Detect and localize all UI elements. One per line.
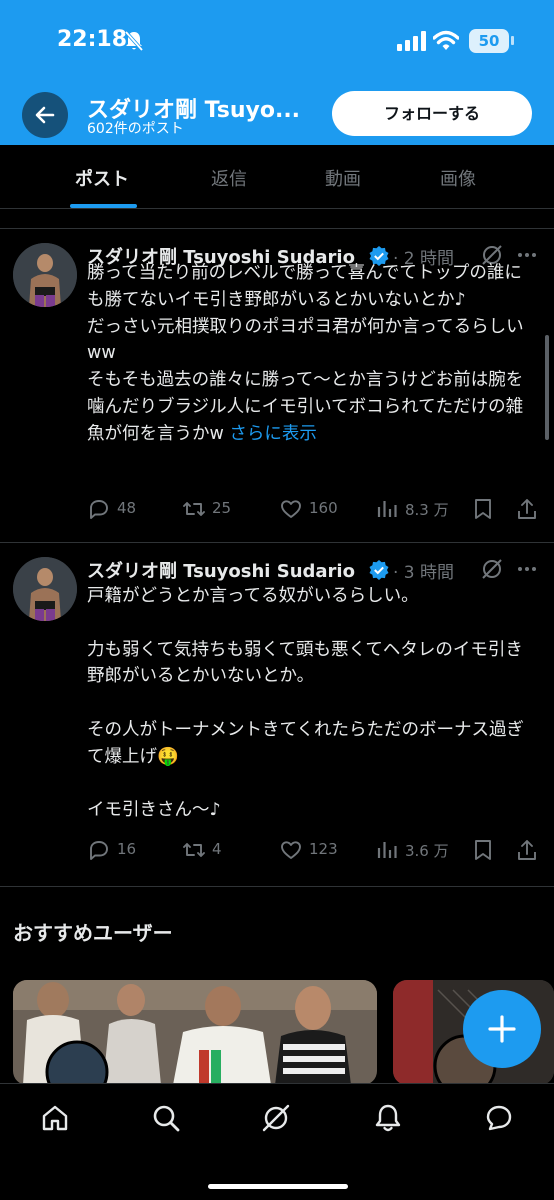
tab-images[interactable]: 画像 [440,165,476,191]
home-indicator [208,1184,348,1189]
profile-tabs: ポスト 返信 動画 画像 [0,145,554,209]
like-button[interactable]: 123 [279,836,359,864]
tweet[interactable]: スダリオ剛 Tsuyoshi Sudario · 2 時間 勝って当たり前のレベ… [0,229,554,542]
battery-nub [511,36,514,45]
reply-icon [90,500,108,519]
scrollbar[interactable] [545,335,549,440]
reply-button[interactable]: 48 [87,495,157,523]
views-icon [377,842,397,858]
grok-icon[interactable] [261,1103,291,1133]
battery-indicator: 50 [469,29,509,53]
view-count: 3.6 万 [405,842,449,860]
view-count: 8.3 万 [405,501,449,519]
repost-button[interactable]: 4 [182,836,252,864]
like-icon [281,500,301,518]
post-count: 602件のポスト [87,121,184,137]
user-banner-image [13,980,377,1085]
repost-icon [183,843,205,857]
reply-icon [90,841,108,860]
avatar[interactable] [13,557,77,621]
like-icon [281,841,301,859]
avatar[interactable] [13,243,77,307]
show-more-link[interactable]: さらに表示 [229,424,317,444]
search-icon[interactable] [151,1103,181,1133]
notifications-icon[interactable] [373,1103,403,1133]
home-icon[interactable] [40,1103,70,1133]
like-count: 123 [309,840,338,858]
tweet-text: 戸籍がどうとか言ってる奴がいるらしい。 力も弱くて気持ちも弱くて頭も悪くてヘタレ… [87,583,537,824]
back-button[interactable] [22,92,68,138]
profile-header: 22:18 50 スダリオ剛 Tsuyo... 602件のポスト フォローする [0,0,554,145]
compose-post-button[interactable] [463,990,541,1068]
repost-button[interactable]: 25 [182,495,252,523]
like-count: 160 [309,499,338,517]
status-time: 22:18 [57,27,128,52]
tweet-body-text: 戸籍がどうとか言ってる奴がいるらしい。 力も弱くて気持ちも弱くて頭も悪くてヘタレ… [87,586,524,821]
divider [0,886,554,887]
share-icon[interactable] [516,838,538,862]
views-button[interactable]: 3.6 万 [375,836,465,864]
reply-button[interactable]: 16 [87,836,157,864]
verified-badge-icon [369,560,389,580]
status-bar: 22:18 50 [0,0,554,80]
cellular-signal-icon [397,31,426,51]
views-button[interactable]: 8.3 万 [375,495,465,523]
tab-posts[interactable]: ポスト [75,165,129,191]
tab-replies[interactable]: 返信 [211,165,247,191]
repost-icon [183,502,205,516]
bell-off-icon [124,30,144,52]
views-icon [377,501,397,517]
tweet-timestamp: · 3 時間 [393,563,455,583]
repost-count: 4 [212,840,222,858]
bookmark-icon[interactable] [472,497,494,521]
active-tab-indicator [70,204,137,208]
bottom-navigation [0,1083,554,1200]
tweet[interactable]: スダリオ剛 Tsuyoshi Sudario · 3 時間 戸籍がどうとか言って… [0,543,554,886]
like-button[interactable]: 160 [279,495,359,523]
more-icon[interactable] [516,558,538,580]
reply-count: 16 [117,840,137,858]
reply-count: 48 [117,499,137,517]
tweet-body-text: 勝って当たり前のレベルで勝って喜んでてトップの誰にも勝てないイモ引き野郎がいると… [87,263,524,444]
tab-videos[interactable]: 動画 [325,165,361,191]
arrow-left-icon [35,106,55,124]
bookmark-icon[interactable] [472,838,494,862]
follow-button[interactable]: フォローする [332,91,532,136]
repost-count: 25 [212,499,232,517]
tweet-text: 勝って当たり前のレベルで勝って喜んでてトップの誰にも勝てないイモ引き野郎がいると… [87,260,537,448]
recommended-users-title: おすすめユーザー [13,921,173,945]
tweet-author-name[interactable]: スダリオ剛 Tsuyoshi Sudario [87,557,355,583]
share-icon[interactable] [516,497,538,521]
plus-icon [488,1015,516,1043]
wifi-icon [433,30,459,50]
grok-icon[interactable] [481,558,503,580]
recommended-user-card[interactable] [13,980,377,1085]
messages-icon[interactable] [484,1103,514,1133]
battery-level: 50 [478,32,500,50]
